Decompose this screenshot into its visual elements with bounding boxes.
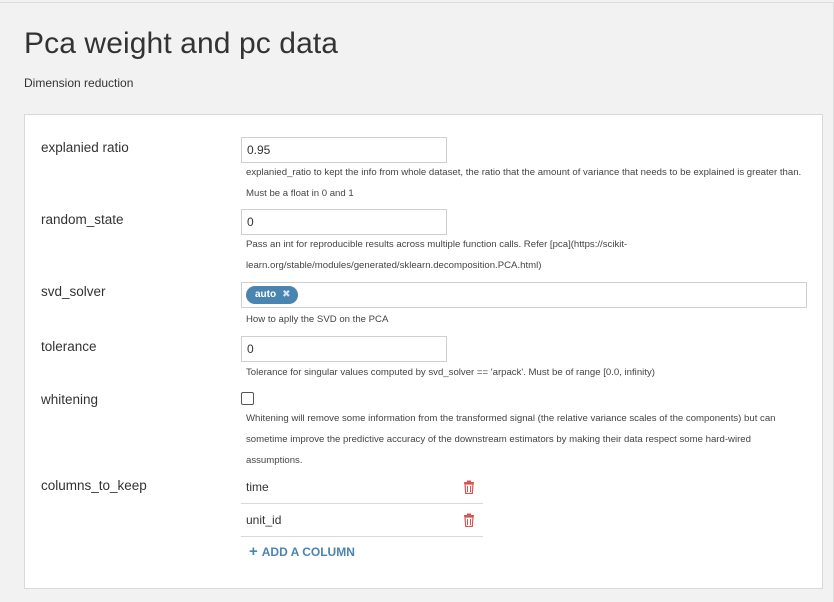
tolerance-help: Tolerance for singular values computed b… <box>246 367 655 378</box>
column-row: time <box>241 471 483 504</box>
trash-icon[interactable] <box>463 513 475 527</box>
add-column-label: ADD A COLUMN <box>261 545 355 559</box>
plus-icon: + <box>249 543 258 560</box>
explained-ratio-input[interactable] <box>241 137 447 163</box>
columns-to-keep-label: columns_to_keep <box>41 478 147 493</box>
add-column-button[interactable]: + ADD A COLUMN <box>249 543 355 560</box>
svd-solver-select[interactable]: auto ✖ <box>241 282 807 308</box>
random-state-input[interactable] <box>241 209 447 235</box>
whitening-checkbox[interactable] <box>241 392 254 405</box>
column-name: time <box>246 480 269 494</box>
column-name: unit_id <box>246 513 282 527</box>
close-x-icon[interactable]: ✖ <box>282 286 290 304</box>
page-subtitle: Dimension reduction <box>24 76 134 90</box>
svd-solver-label: svd_solver <box>41 284 106 299</box>
whitening-label: whitening <box>41 392 99 407</box>
random-state-help: Pass an int for reproducible results acr… <box>246 239 628 271</box>
svd-solver-tag-auto[interactable]: auto ✖ <box>246 286 298 304</box>
top-divider <box>0 2 834 3</box>
tolerance-label: tolerance <box>41 339 97 354</box>
explained-ratio-help: explanied_ratio to kept the info from wh… <box>246 167 802 199</box>
svd-solver-help: How to aplly the SVD on the PCA <box>246 314 389 325</box>
tolerance-input[interactable] <box>241 336 447 362</box>
random-state-label: random_state <box>41 212 124 227</box>
explained-ratio-label: explanied ratio <box>41 140 129 155</box>
tag-label: auto <box>255 289 277 300</box>
page-title: Pca weight and pc data <box>24 27 339 60</box>
column-row: unit_id <box>241 504 483 537</box>
whitening-help: Whitening will remove some information f… <box>246 413 776 466</box>
trash-icon[interactable] <box>463 480 475 494</box>
